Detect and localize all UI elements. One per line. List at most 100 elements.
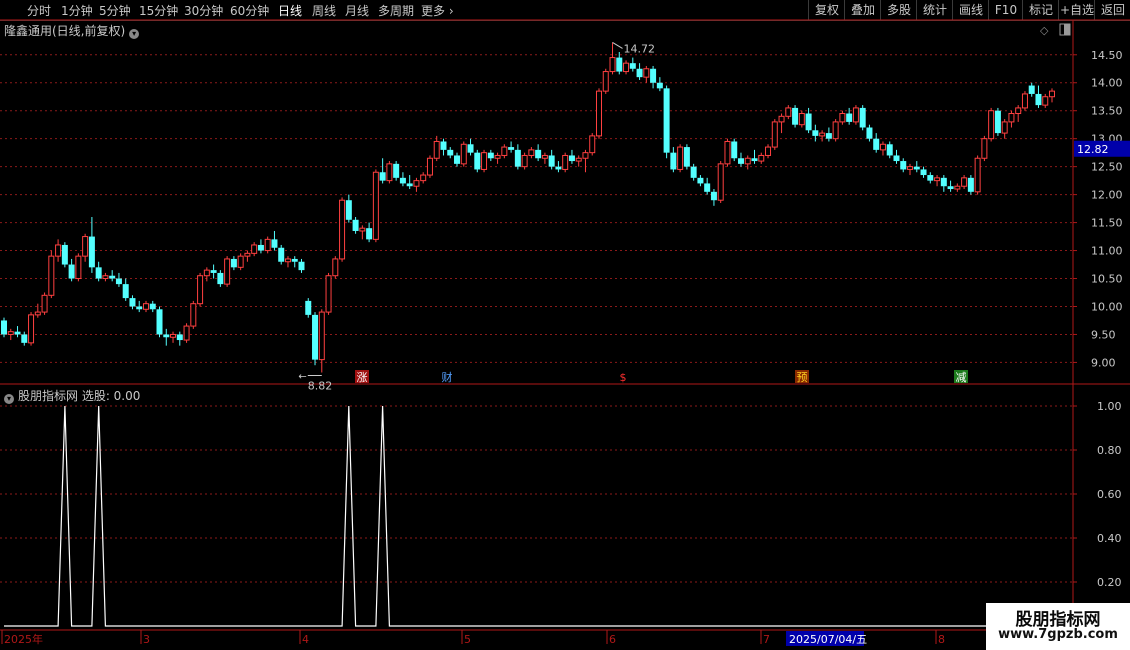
candle-body-down (670, 152, 677, 170)
date-axis-label: 7 (763, 633, 770, 646)
candle-body-down (122, 284, 129, 299)
price-axis-label: 14.00 (1091, 77, 1123, 90)
candle-body-down (291, 258, 298, 262)
candle-body-up (197, 275, 204, 305)
candle-body-up (643, 68, 650, 78)
candle-body-down (825, 133, 832, 139)
candle-body-up (1042, 96, 1049, 106)
candle-body-up (359, 227, 366, 232)
date-axis-label: 6 (609, 633, 616, 646)
candle-body-up (771, 121, 778, 148)
event-marker-0[interactable]: 涨 (357, 371, 368, 384)
candle-body-up (609, 57, 616, 73)
candle-body-up (7, 331, 14, 335)
candle-body-up (325, 275, 332, 313)
candle-body-up (778, 115, 785, 123)
candle-body-up (623, 62, 630, 73)
candle-body-down (298, 261, 305, 271)
candle-body-up (460, 143, 467, 165)
candle-body-down (399, 177, 406, 184)
event-marker-3[interactable]: 预 (797, 371, 808, 384)
candle-body-down (210, 270, 217, 273)
candle-body-down (379, 172, 386, 181)
candle-body-down (967, 177, 974, 192)
price-axis-label: 11.00 (1091, 245, 1123, 258)
candle-body-down (704, 183, 711, 192)
candle-body-up (501, 146, 508, 156)
candle-body-up (190, 303, 197, 327)
indicator-axis-label: 0.60 (1097, 488, 1122, 501)
candle-body-up (582, 152, 589, 159)
candle-body-up (413, 180, 420, 187)
candle-body-up (1015, 107, 1022, 115)
candle-body-down (994, 110, 1001, 134)
candle-body-up (75, 255, 82, 280)
candle-body-down (737, 158, 744, 164)
candle-body-up (677, 146, 684, 170)
candle-body-down (508, 147, 515, 150)
candle-body-up (332, 258, 339, 277)
low-marker-label: 8.82 (308, 379, 333, 392)
candle-body-down (859, 107, 866, 128)
candle-body-up (724, 140, 731, 165)
event-marker-2[interactable]: $ (620, 371, 627, 384)
candle-body-down (14, 331, 21, 335)
candle-body-up (765, 146, 772, 156)
panel-toggle-icon-fill (1064, 24, 1070, 35)
candle-body-up (264, 238, 271, 252)
candle-body-up (852, 107, 859, 123)
candle-body-up (237, 255, 244, 268)
candle-body-up (142, 303, 149, 310)
event-marker-4[interactable]: 减 (956, 371, 967, 384)
candle-body-down (406, 183, 413, 187)
price-axis-label: 12.50 (1091, 161, 1123, 174)
candle-body-up (758, 154, 765, 162)
candle-body-up (1008, 113, 1015, 123)
candle-body-up (541, 154, 548, 159)
candle-body-down (731, 141, 738, 159)
candle-body-up (1021, 93, 1028, 109)
watermark: 股朋指标网 www.7gpzb.com (986, 603, 1130, 650)
candle-body-down (940, 177, 947, 187)
candle-body-down (440, 141, 447, 150)
indicator-axis-label: 0.20 (1097, 576, 1122, 589)
candle-body-down (21, 334, 28, 343)
candle-body-down (656, 82, 663, 89)
candle-body-up (481, 152, 488, 170)
price-axis-label: 13.50 (1091, 105, 1123, 118)
candle-body-down (217, 272, 224, 285)
candle-body-down (129, 298, 136, 307)
candle-body-down (61, 244, 68, 265)
candle-body-down (447, 149, 454, 156)
event-marker-1[interactable]: 财 (442, 370, 453, 384)
cursor-date-label: 2025/07/04/五 (789, 633, 867, 646)
candle-body-up (595, 90, 602, 137)
candle-body-down (278, 247, 285, 262)
price-axis-label: 11.50 (1091, 217, 1123, 230)
candle-body-up (839, 113, 846, 123)
candle-body-up (372, 171, 379, 240)
candle-body-down (846, 113, 853, 122)
candle-body-down (68, 264, 75, 279)
date-axis-label: 4 (302, 633, 309, 646)
watermark-url: www.7gpzb.com (998, 627, 1118, 642)
candle-body-down (345, 200, 352, 220)
candle-body-down (88, 236, 95, 268)
candle-body-up (224, 258, 231, 285)
candle-body-down (697, 177, 704, 184)
candle-body-down (474, 152, 481, 170)
candle-body-up (785, 107, 792, 117)
candle-body-down (947, 186, 954, 190)
indicator-axis-label: 1.00 (1097, 400, 1122, 413)
price-axis-label: 14.50 (1091, 49, 1123, 62)
candle-body-up (203, 269, 210, 277)
candle-body-up (879, 143, 886, 151)
chart-canvas[interactable]: 14.5014.0013.5013.0012.5012.0011.5011.00… (0, 0, 1130, 650)
candle-body-down (352, 219, 359, 231)
candle-body-down (690, 166, 697, 178)
candle-body-up (988, 110, 995, 140)
date-axis-label: 2025年 (4, 632, 43, 646)
candle-body-down (548, 155, 555, 167)
price-axis-label: 10.00 (1091, 300, 1123, 313)
candle-body-up (34, 311, 41, 316)
